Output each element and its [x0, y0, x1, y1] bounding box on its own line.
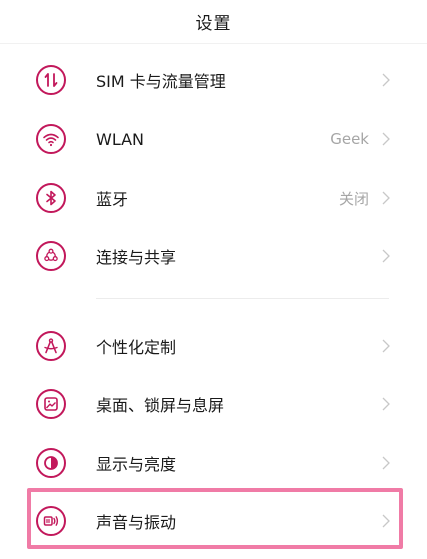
settings-item-label: 连接与共享	[96, 248, 177, 267]
sim-data-icon	[36, 65, 66, 95]
chevron-right-icon	[382, 191, 390, 205]
chevron-right-icon	[382, 339, 390, 353]
chevron-right-icon	[382, 132, 390, 146]
chevron-right-icon	[382, 397, 390, 411]
settings-item-display-brightness[interactable]: 显示与亮度	[0, 435, 427, 491]
personalize-icon	[36, 331, 66, 361]
wallpaper-icon	[36, 389, 66, 419]
settings-item-label: 个性化定制	[96, 338, 177, 357]
bluetooth-icon	[36, 183, 66, 213]
settings-item-label: SIM 卡与流量管理	[96, 72, 226, 91]
chevron-right-icon	[382, 249, 390, 263]
share-connect-icon	[36, 241, 66, 271]
page-title: 设置	[195, 14, 232, 34]
selection-highlight-box	[27, 488, 403, 549]
bluetooth-status-value: 关闭	[338, 189, 369, 208]
settings-item-home-lock-screen[interactable]: 桌面、锁屏与息屏	[0, 376, 427, 432]
header: 设置	[0, 0, 427, 44]
chevron-right-icon	[382, 456, 390, 470]
settings-item-label: 显示与亮度	[96, 455, 177, 474]
wlan-network-value: Geek	[330, 130, 369, 148]
settings-item-personalization[interactable]: 个性化定制	[0, 318, 427, 374]
settings-item-label: 蓝牙	[96, 190, 129, 209]
settings-item-connection-sharing[interactable]: 连接与共享	[0, 228, 427, 284]
brightness-icon	[36, 448, 66, 478]
chevron-right-icon	[382, 73, 390, 87]
wifi-icon	[36, 124, 66, 154]
settings-item-label: WLAN	[96, 129, 145, 149]
settings-item-wlan[interactable]: WLAN Geek	[0, 111, 427, 167]
settings-item-bluetooth[interactable]: 蓝牙 关闭	[0, 170, 427, 226]
settings-item-label: 桌面、锁屏与息屏	[96, 396, 225, 415]
settings-screen: 设置 SIM 卡与流量管理 WLAN Geek 蓝牙 关闭 连接与共享 个性化定…	[0, 0, 427, 559]
section-divider	[96, 298, 389, 299]
settings-item-sim[interactable]: SIM 卡与流量管理	[0, 52, 427, 108]
